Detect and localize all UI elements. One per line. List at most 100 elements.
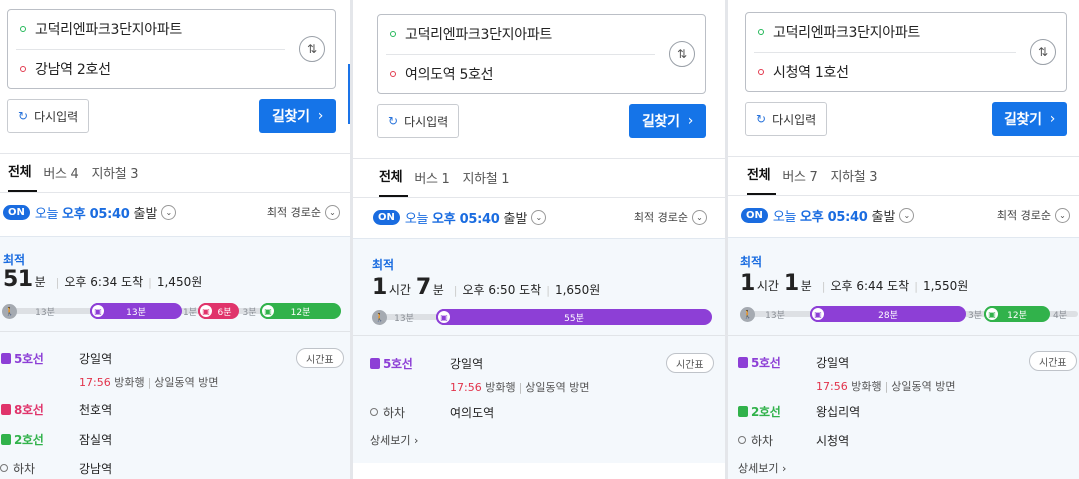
refresh-icon: ↻ — [18, 109, 29, 123]
on-badge[interactable]: ON — [741, 207, 768, 223]
route-result-card[interactable]: 최적 1 시간 1 분 | 오후 6:44 도착 | 1,550원 🚶 13분 ▣… — [728, 237, 1079, 479]
tab-all[interactable]: 전체 — [747, 164, 777, 195]
duration-hours-unit: 시간 — [756, 279, 779, 293]
tab-bus[interactable]: 버스 4 — [43, 163, 85, 192]
reset-button[interactable]: ↻ 다시입력 — [377, 104, 460, 138]
timetable-button[interactable]: 시간표 — [296, 348, 344, 368]
line-label: 5호선 — [738, 354, 781, 371]
route-result-card[interactable]: 최적 51 분 | 오후 6:34 도착 | 1,450원 🚶 13분 ▣ 13분 … — [0, 236, 350, 479]
search-route-button[interactable]: 길찾기 › — [992, 102, 1067, 136]
transfer-gap: 3분 — [242, 307, 257, 318]
search-route-button[interactable]: 길찾기 › — [629, 104, 706, 138]
route-summary: 1 시간 7 분 | 오후 6:50 도착 | 1,650원 — [372, 275, 601, 300]
sort-dropdown[interactable]: 최적 경로순 ⌄ — [997, 207, 1070, 223]
line-name: 5호선 — [383, 356, 413, 371]
timetable-button[interactable]: 시간표 — [1029, 351, 1077, 371]
refresh-icon: ↻ — [388, 114, 399, 128]
subway-icon — [1, 433, 11, 445]
swap-icon[interactable]: ⇅ — [1030, 39, 1056, 65]
chevron-right-icon: › — [1049, 111, 1056, 127]
route-search-box: 고덕리엔파크3단지아파트 여의도역 5호선 ⇅ — [377, 14, 706, 94]
line-name: 5호선 — [14, 351, 44, 366]
origin-field[interactable]: 고덕리엔파크3단지아파트 — [8, 10, 285, 48]
chevron-down-icon: ⌄ — [1055, 207, 1070, 223]
origin-dot-icon — [390, 31, 396, 37]
train-time: 17:56 — [816, 380, 848, 393]
train-via: 상일동역 방면 — [891, 380, 956, 393]
tab-subway[interactable]: 지하철 3 — [91, 163, 145, 192]
destination-field[interactable]: 강남역 2호선 — [8, 50, 285, 88]
sort-dropdown[interactable]: 최적 경로순 ⌄ — [267, 204, 340, 220]
swap-icon[interactable]: ⇅ — [299, 36, 325, 62]
best-label: 최적 — [372, 258, 395, 272]
tab-subway[interactable]: 지하철 3 — [830, 166, 884, 195]
depart-prefix: 오늘 — [404, 211, 429, 227]
line5-segment: ▣ 13분 — [90, 303, 182, 319]
chevron-down-icon[interactable]: ⌄ — [899, 207, 915, 223]
station-name: 잠실역 — [79, 432, 113, 447]
reset-label: 다시입력 — [34, 109, 79, 124]
line-label: 8호선 — [1, 401, 44, 418]
destination-field[interactable]: 여의도역 5호선 — [378, 55, 655, 93]
reset-button[interactable]: ↻ 다시입력 — [745, 102, 828, 136]
on-badge[interactable]: ON — [373, 209, 400, 225]
train-direction: 방화행 — [114, 376, 145, 389]
walk-time: 13분 — [765, 310, 785, 321]
chevron-down-icon[interactable]: ⌄ — [161, 204, 177, 220]
search-route-label: 길찾기 — [1003, 112, 1042, 128]
tab-bus[interactable]: 버스 1 — [414, 168, 456, 197]
detail-link[interactable]: 상세보기 › — [738, 460, 786, 476]
destination-text: 강남역 2호선 — [35, 62, 111, 78]
tab-all[interactable]: 전체 — [8, 161, 38, 192]
depart-time-value: 오후 05:40 — [62, 206, 130, 222]
alight-text: 하차 — [13, 461, 36, 476]
duration-minutes-unit: 분 — [432, 283, 444, 297]
line-label: 2호선 — [1, 431, 44, 448]
detail-link[interactable]: 상세보기 › — [370, 432, 418, 448]
arrival-time: 오후 6:50 도착 — [462, 283, 542, 297]
on-badge[interactable]: ON — [3, 204, 30, 220]
duration-minutes-unit: 분 — [800, 279, 812, 293]
tab-subway[interactable]: 지하철 1 — [462, 168, 516, 197]
station-name: 강일역 — [79, 351, 113, 366]
transfer-gap: 3분 — [967, 310, 982, 321]
train-info: 17:56 방화행 | 상일동역 방면 — [450, 381, 590, 394]
sort-label: 최적 경로순 — [996, 209, 1051, 222]
tab-all[interactable]: 전체 — [379, 166, 409, 197]
sort-label: 최적 경로순 — [266, 206, 321, 219]
walk-time: 13분 — [35, 307, 55, 318]
train-info: 17:56 방화행 | 상일동역 방면 — [816, 380, 956, 393]
swap-icon[interactable]: ⇅ — [669, 41, 695, 67]
transport-tabs: 전체 버스 7 지하철 3 — [728, 156, 1079, 196]
train-via: 상일동역 방면 — [154, 376, 219, 389]
walk-time: 13분 — [394, 313, 414, 324]
subway-icon — [738, 405, 748, 417]
chevron-down-icon: ⌄ — [325, 204, 340, 220]
origin-field[interactable]: 고덕리엔파크3단지아파트 — [746, 13, 1016, 51]
search-route-button[interactable]: 길찾기 › — [259, 99, 336, 133]
departure-time[interactable]: 오늘 오후 05:40 — [35, 203, 130, 222]
timetable-button[interactable]: 시간표 — [666, 353, 714, 373]
tab-bus[interactable]: 버스 7 — [782, 166, 824, 195]
detail-label: 상세보기 — [738, 462, 779, 475]
chevron-right-icon: › — [687, 113, 694, 129]
route-result-card[interactable]: 최적 1 시간 7 분 | 오후 6:50 도착 | 1,650원 🚶 13분 ▣… — [353, 238, 725, 463]
departure-time[interactable]: 오늘 오후 05:40 — [405, 208, 500, 227]
line5-time: 55분 — [564, 313, 584, 324]
sort-dropdown[interactable]: 최적 경로순 ⌄ — [634, 209, 707, 225]
destination-field[interactable]: 시청역 1호선 — [746, 53, 1016, 91]
route-step: 하차 시청역 — [728, 431, 1079, 449]
route-summary: 1 시간 1 분 | 오후 6:44 도착 | 1,550원 — [740, 271, 969, 296]
departure-time[interactable]: 오늘 오후 05:40 — [773, 206, 868, 225]
duration-hours: 1 — [372, 275, 387, 300]
reset-button[interactable]: ↻ 다시입력 — [7, 99, 90, 133]
line8-time: 6분 — [217, 307, 232, 318]
departure-bar: ON 오늘 오후 05:40 출발 ⌄ 최적 경로순 ⌄ — [353, 199, 725, 235]
origin-field[interactable]: 고덕리엔파크3단지아파트 — [378, 15, 655, 53]
alight-label: 하차 — [370, 404, 405, 421]
duration-hours: 1 — [740, 271, 755, 296]
line8-segment: ▣ 6분 — [198, 303, 239, 319]
departure-bar: ON 오늘 오후 05:40 출발 ⌄ 최적 경로순 ⌄ — [728, 197, 1079, 233]
chevron-down-icon[interactable]: ⌄ — [531, 209, 547, 225]
depart-time-value: 오후 05:40 — [800, 209, 868, 225]
